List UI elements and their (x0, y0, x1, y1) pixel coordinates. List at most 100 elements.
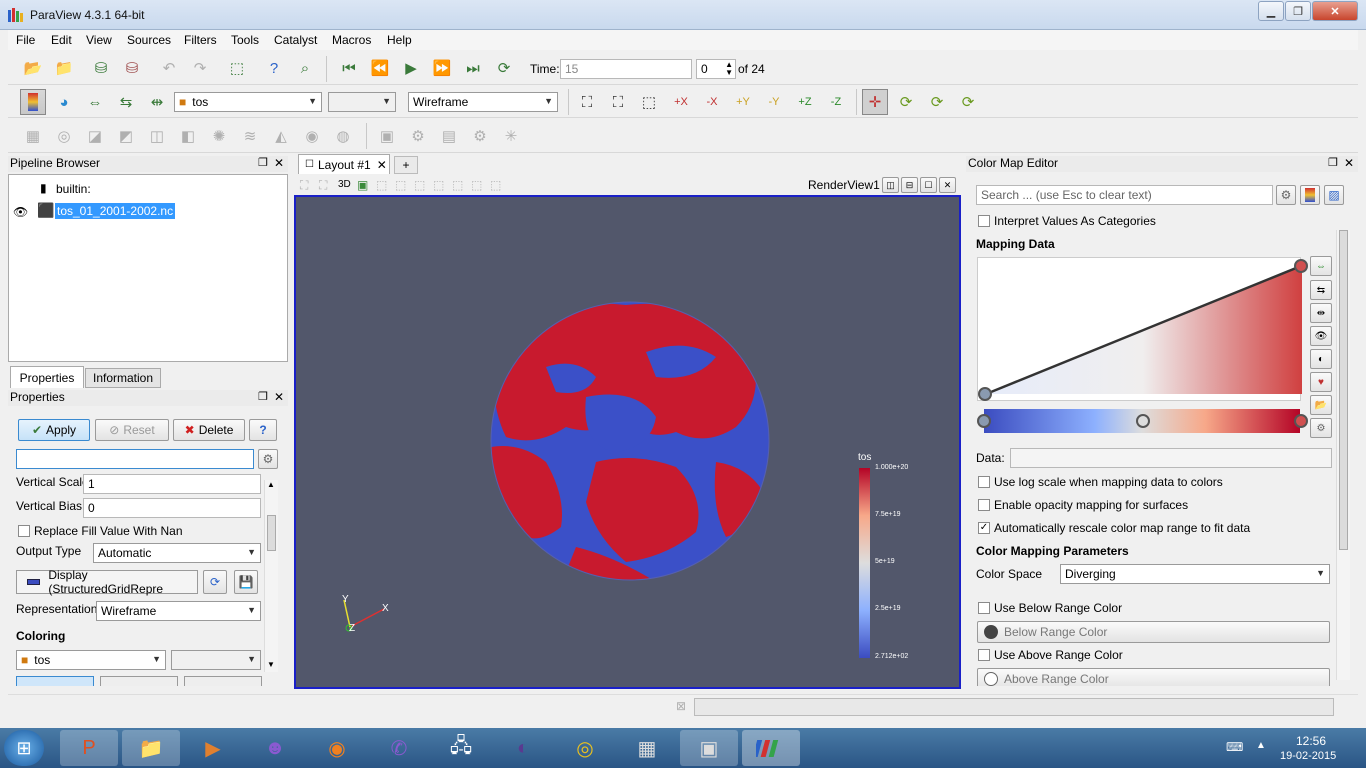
messenger-taskbar-icon[interactable]: ☻ (246, 730, 304, 766)
calculator-taskbar-icon[interactable]: ▦ (618, 730, 676, 766)
rescale-button[interactable] (100, 676, 178, 686)
extract-level-icon[interactable]: ◍ (330, 123, 356, 149)
first-frame-icon[interactable]: ⏮ (336, 55, 362, 81)
stream-tracer-icon[interactable]: ≋ (237, 123, 263, 149)
connect-icon[interactable]: ⛁ (88, 55, 114, 81)
color-map-button[interactable] (16, 676, 94, 686)
opacity-function-editor[interactable] (977, 257, 1308, 401)
media-player-taskbar-icon[interactable]: ▶ (184, 730, 242, 766)
contour-icon[interactable]: ◎ (51, 123, 77, 149)
color-array-select[interactable]: ■ tos ▼ (174, 92, 322, 112)
keyboard-icon[interactable]: ⌨ (1226, 740, 1243, 754)
menu-catalyst[interactable]: Catalyst (274, 33, 317, 47)
firefox-taskbar-icon[interactable]: ◉ (308, 730, 366, 766)
undock-icon[interactable]: ❐ (258, 156, 268, 169)
save-preset-button[interactable] (1300, 185, 1320, 205)
chrome-taskbar-icon[interactable]: ◎ (556, 730, 614, 766)
selection-icon[interactable]: ▣ (374, 123, 400, 149)
custom-range-button[interactable] (184, 676, 262, 686)
choose-preset-button[interactable]: ♥ (1310, 372, 1332, 392)
below-range-color-button[interactable]: Below Range Color (977, 621, 1330, 643)
undo-icon[interactable]: ↶ (156, 55, 182, 81)
colormap-gear-button[interactable]: ⚙ (1276, 185, 1296, 205)
tab-information[interactable]: Information (85, 368, 161, 388)
toggle-3d-button[interactable]: 3D (338, 179, 351, 190)
close-button[interactable]: ✕ (1312, 1, 1358, 21)
log-scale-checkbox[interactable] (978, 476, 990, 488)
refresh-display-button[interactable]: ⟳ (203, 570, 227, 594)
time-value-field[interactable]: 15 (560, 59, 692, 79)
capture-icon[interactable]: ⛶ (319, 178, 327, 193)
add-layout-tab[interactable]: + (394, 156, 418, 174)
find-data-icon[interactable]: ⌕ (292, 55, 318, 81)
tab-properties[interactable]: Properties (10, 366, 84, 388)
center-axes-icon[interactable]: ✛ (862, 89, 888, 115)
redo-icon[interactable]: ↷ (187, 55, 213, 81)
plot-data-icon[interactable]: ⚙ (405, 123, 431, 149)
select-frustum-icon[interactable]: ⬚ (414, 178, 425, 192)
use-below-range-checkbox[interactable] (978, 602, 990, 614)
histogram-icon[interactable]: ▤ (436, 123, 462, 149)
edit-color-map-icon[interactable]: ◕ (51, 89, 77, 115)
close-icon[interactable]: ✕ (1344, 156, 1354, 170)
clock-date[interactable]: 19-02-2015 (1280, 750, 1336, 762)
threshold-icon[interactable]: ◫ (144, 123, 170, 149)
control-panel-taskbar-icon[interactable]: ▣ (680, 730, 738, 766)
invert-colors-button[interactable]: ◐ (1310, 349, 1332, 369)
use-above-range-checkbox[interactable] (978, 649, 990, 661)
view-minus-z-icon[interactable]: -Z (823, 89, 849, 115)
vertical-bias-input[interactable]: 0 (83, 498, 261, 518)
coloring-array-select[interactable]: ■ tos ▼ (16, 650, 166, 670)
colormap-scrollbar[interactable] (1336, 230, 1350, 680)
camera-undo-icon[interactable]: ⬚ (224, 55, 250, 81)
select-points-icon[interactable]: ⬚ (395, 178, 406, 192)
above-range-color-button[interactable]: Above Range Color (977, 668, 1330, 686)
rescale-visible-icon[interactable]: ⇹ (144, 89, 170, 115)
capture-screenshot-icon[interactable]: ⛶ (300, 178, 308, 193)
menu-help[interactable]: Help (387, 33, 412, 47)
color-space-select[interactable]: Diverging ▼ (1060, 564, 1330, 584)
calculator-icon[interactable]: ▦ (20, 123, 46, 149)
close-view-button[interactable]: ✕ (939, 177, 956, 193)
rescale-visible-button[interactable]: 👁 (1310, 326, 1332, 346)
menu-filters[interactable]: Filters (184, 33, 217, 47)
select-block-icon[interactable]: ⬚ (433, 178, 444, 192)
last-frame-icon[interactable]: ⏭ (460, 55, 486, 81)
colormap-search-input[interactable]: Search ... (use Esc to clear text) (976, 185, 1273, 205)
pipeline-item-tos[interactable]: tos_01_2001-2002.nc (55, 203, 176, 219)
eye-icon[interactable]: 👁 (13, 205, 28, 219)
rescale-range-icon[interactable]: ⇔ (82, 89, 108, 115)
maximize-button[interactable]: ❐ (1285, 1, 1311, 21)
display-section-button[interactable]: Display (StructuredGridRepre (16, 568, 198, 596)
play-icon[interactable]: ▶ (398, 55, 424, 81)
plot-over-line-icon[interactable]: ⚙ (467, 123, 493, 149)
next-frame-icon[interactable]: ⏩ (429, 55, 455, 81)
render-view[interactable]: X Y Z tos 1.000e+20 7.5e+19 5e+19 2.5e+1… (294, 195, 961, 689)
coloring-component-select[interactable]: ▼ (171, 650, 261, 670)
properties-search-input[interactable] (16, 449, 254, 469)
extract-subset-icon[interactable]: ◧ (175, 123, 201, 149)
slice-icon[interactable]: ◩ (113, 123, 139, 149)
minimize-button[interactable]: ▁ (1258, 1, 1284, 21)
rotate-90-cw-icon[interactable]: ⟳ (893, 89, 919, 115)
save-to-preset-button[interactable]: 📂 (1310, 395, 1332, 415)
paraview-taskbar-icon[interactable] (742, 730, 800, 766)
opacity-point-handle[interactable] (1294, 259, 1308, 273)
rotate-90-ccw-icon[interactable]: ⟳ (924, 89, 950, 115)
save-default-button[interactable]: ▨ (1324, 185, 1344, 205)
color-legend-icon[interactable] (20, 89, 46, 115)
zoom-to-data-icon[interactable]: ⛶ (605, 89, 631, 115)
maximize-view-button[interactable]: ☐ (920, 177, 937, 193)
zoom-to-box-icon[interactable]: ⬚ (636, 89, 662, 115)
component-select[interactable]: ▼ (328, 92, 396, 112)
opacity-mapping-checkbox[interactable] (978, 499, 990, 511)
menu-edit[interactable]: Edit (51, 33, 72, 47)
menu-file[interactable]: File (16, 33, 35, 47)
representation-select[interactable]: Wireframe ▼ (408, 92, 558, 112)
save-state-icon[interactable]: 📁 (51, 55, 77, 81)
group-icon[interactable]: ◉ (299, 123, 325, 149)
pipeline-root[interactable]: builtin: (56, 182, 91, 196)
delete-button[interactable]: ✖ Delete (173, 419, 245, 441)
menu-macros[interactable]: Macros (332, 33, 371, 47)
reset-camera-icon[interactable]: ⛶ (574, 89, 600, 115)
